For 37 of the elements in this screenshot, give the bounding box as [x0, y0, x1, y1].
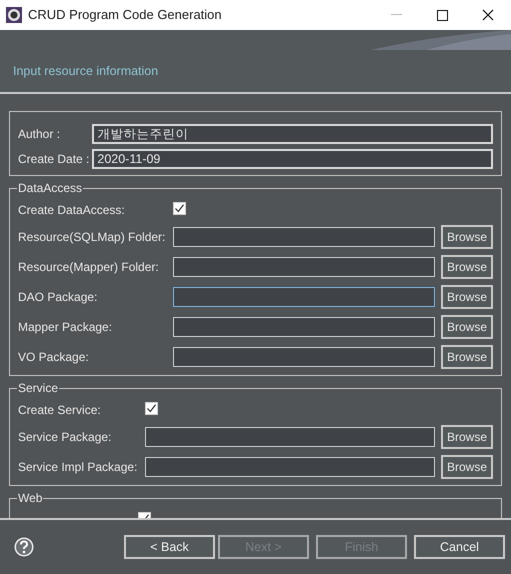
field-label: Create Date :: [18, 152, 90, 166]
field-label: Mapper Package:: [18, 320, 114, 334]
field-label: Resource(SQLMap) Folder:: [18, 230, 166, 244]
text-field[interactable]: 2020-11-09: [92, 149, 493, 169]
field-label: Author :: [18, 127, 62, 141]
dialog-button[interactable]: Cancel: [414, 535, 505, 559]
text-field[interactable]: [145, 457, 435, 477]
text-field[interactable]: [173, 347, 435, 367]
text-field[interactable]: [145, 427, 435, 447]
app-icon: [6, 7, 22, 23]
field-label: Create DataAccess:: [18, 203, 126, 217]
text-field[interactable]: [173, 287, 435, 307]
page-title: Input resource information: [13, 63, 158, 80]
help-icon[interactable]: [14, 537, 34, 557]
field-label: Resource(Mapper) Folder:: [18, 260, 160, 274]
checkbox[interactable]: [173, 202, 186, 215]
text-field[interactable]: [173, 317, 435, 337]
browse-button[interactable]: Browse: [440, 255, 493, 279]
browse-button[interactable]: Browse: [440, 455, 493, 479]
checkbox[interactable]: [145, 402, 158, 415]
browse-button[interactable]: Browse: [440, 285, 493, 309]
text-field[interactable]: [173, 227, 435, 247]
field-label: Create Service:: [18, 403, 102, 417]
browse-button[interactable]: Browse: [440, 225, 493, 249]
browse-button[interactable]: Browse: [440, 315, 493, 339]
window-title: CRUD Program Code Generation: [28, 6, 222, 24]
text-field[interactable]: 개발하는주린이: [92, 124, 493, 144]
text-field[interactable]: [173, 257, 435, 277]
browse-button[interactable]: Browse: [440, 345, 493, 369]
dialog-button[interactable]: < Back: [124, 535, 215, 559]
maximize-icon[interactable]: [436, 10, 448, 20]
field-label: VO Package:: [18, 350, 90, 364]
field-label: DAO Package:: [18, 290, 98, 304]
field-label: Service Package:: [18, 430, 112, 444]
field-label: Service Impl Package:: [18, 460, 138, 474]
browse-button[interactable]: Browse: [440, 425, 493, 449]
close-icon[interactable]: [482, 9, 494, 21]
